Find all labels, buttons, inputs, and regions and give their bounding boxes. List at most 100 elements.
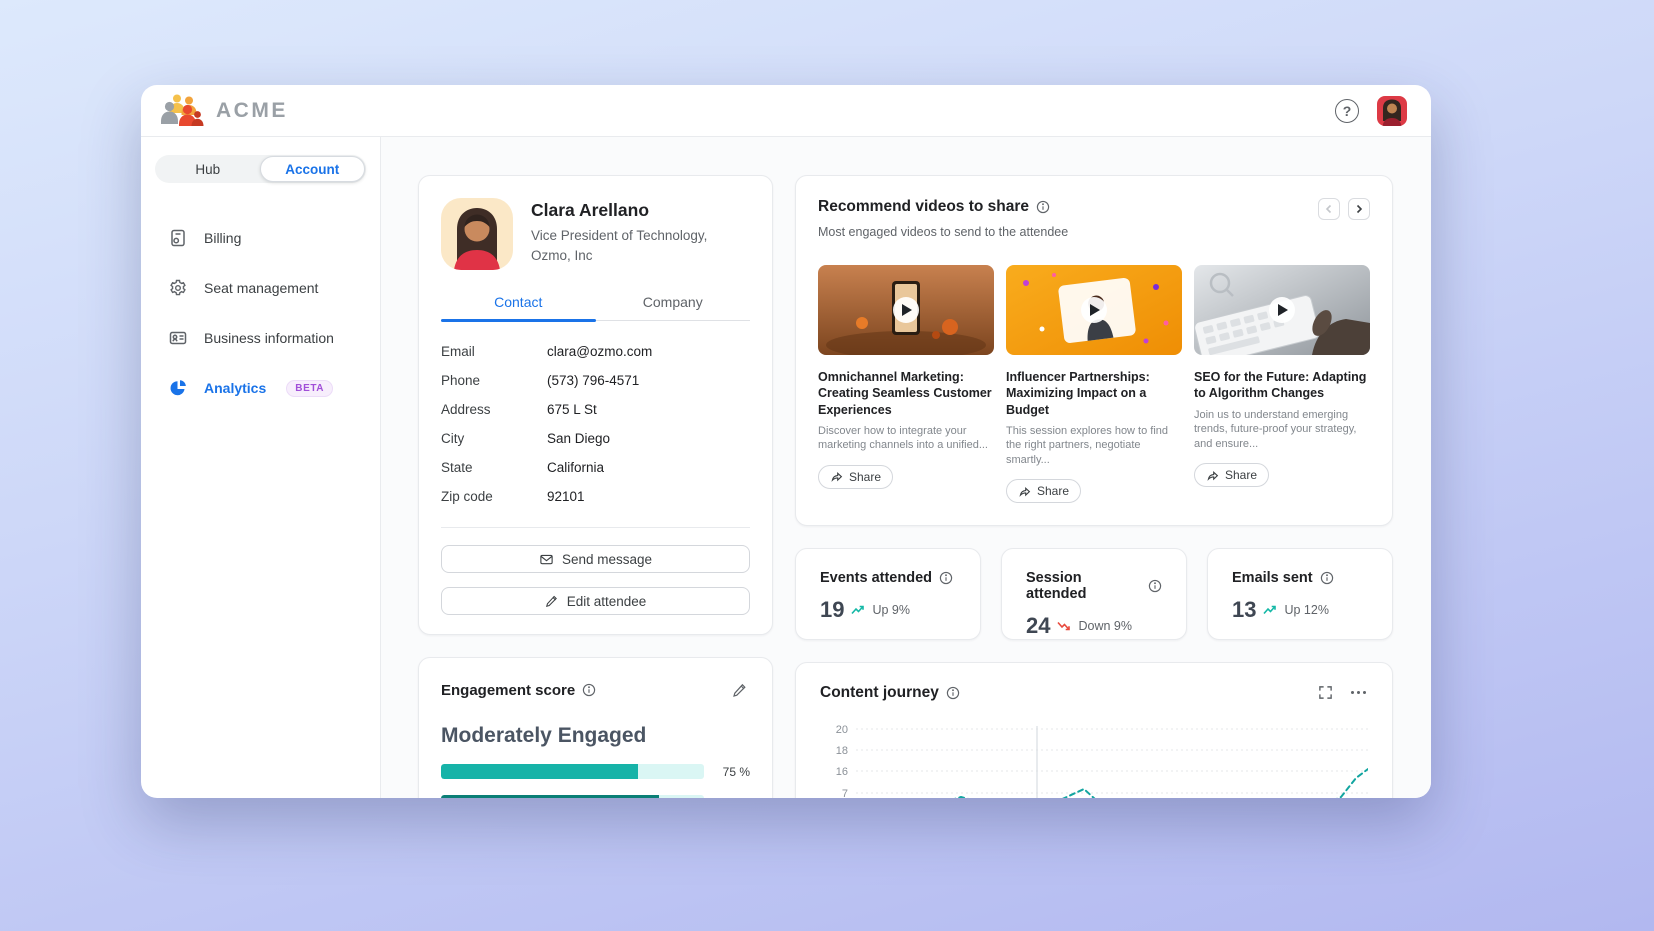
sidebar: Hub Account Billing: [141, 137, 381, 798]
info-icon[interactable]: [1320, 571, 1334, 585]
stat-value: 24: [1026, 613, 1050, 639]
sidebar-item-seat-management[interactable]: Seat management: [155, 263, 366, 313]
hub-account-switch: Hub Account: [155, 155, 366, 183]
engagement-bar-row: 83 %: [441, 795, 750, 798]
pie-chart-icon: [168, 378, 188, 398]
tab-account[interactable]: Account: [260, 156, 366, 182]
progress-fill: [441, 764, 638, 779]
progress-label: 83 %: [716, 796, 750, 799]
receipt-icon: [168, 228, 188, 248]
edit-attendee-button[interactable]: Edit attendee: [441, 587, 750, 615]
stat-card-emails-sent: Emails sent 13 Up 12%: [1207, 548, 1393, 640]
progress-track: [441, 795, 704, 798]
send-message-button[interactable]: Send message: [441, 545, 750, 573]
sidebar-item-business-information[interactable]: Business information: [155, 313, 366, 363]
field-zip: Zip code 92101: [441, 482, 750, 511]
sidebar-item-label: Billing: [204, 230, 241, 246]
video-description: Join us to understand emerging trends, f…: [1194, 408, 1370, 452]
envelope-icon: [539, 552, 554, 567]
contact-fields: Email clara@ozmo.com Phone (573) 796-457…: [441, 337, 750, 511]
trend-label: Up 12%: [1284, 603, 1328, 617]
share-button[interactable]: Share: [1006, 479, 1081, 503]
top-bar-right: ?: [1335, 96, 1407, 126]
stat-card-session-attended: Session attended 24 Down 9%: [1001, 548, 1187, 640]
attendee-card: Clara Arellano Vice President of Technol…: [418, 175, 773, 635]
content-journey-chart[interactable]: 201816765: [820, 716, 1368, 798]
video-title: SEO for the Future: Adapting to Algorith…: [1194, 369, 1370, 402]
share-icon: [1206, 469, 1219, 482]
journey-title: Content journey: [820, 684, 939, 702]
svg-text:16: 16: [836, 766, 848, 778]
share-icon: [830, 470, 843, 483]
app-window: ACME ? Hub Account: [141, 85, 1431, 798]
trend-down-icon: [1057, 620, 1071, 632]
stat-value: 13: [1232, 597, 1256, 623]
sidebar-item-billing[interactable]: Billing: [155, 213, 366, 263]
pencil-icon: [545, 594, 559, 608]
sidebar-item-label: Seat management: [204, 280, 318, 296]
sidebar-item-label: Business information: [204, 330, 334, 346]
video-title: Influencer Partnerships: Maximizing Impa…: [1006, 369, 1182, 418]
engagement-level: Moderately Engaged: [441, 724, 750, 748]
video-tile: Omnichannel Marketing: Creating Seamless…: [818, 265, 994, 503]
video-thumbnail-seo[interactable]: [1194, 265, 1370, 355]
sidebar-nav: Billing Seat management: [155, 213, 366, 413]
info-icon[interactable]: [1036, 200, 1050, 214]
share-icon: [1018, 485, 1031, 498]
video-thumbnail-omnichannel[interactable]: [818, 265, 994, 355]
user-avatar[interactable]: [1377, 96, 1407, 126]
progress-label: 75 %: [716, 765, 750, 779]
field-address: Address 675 L St: [441, 395, 750, 424]
video-title: Omnichannel Marketing: Creating Seamless…: [818, 369, 994, 418]
svg-text:18: 18: [836, 745, 848, 757]
video-thumbnail-influencer[interactable]: [1006, 265, 1182, 355]
info-icon[interactable]: [582, 683, 596, 697]
video-description: Discover how to integrate your marketing…: [818, 424, 994, 453]
trend-label: Down 9%: [1078, 619, 1132, 633]
trend-up-icon: [1263, 604, 1277, 616]
divider: [441, 527, 750, 528]
videos-subtitle: Most engaged videos to send to the atten…: [818, 225, 1068, 239]
videos-title: Recommend videos to share: [818, 198, 1029, 216]
svg-text:20: 20: [836, 724, 848, 736]
attendee-tabs: Contact Company: [441, 294, 750, 321]
help-icon[interactable]: ?: [1335, 99, 1359, 123]
carousel-next-button[interactable]: [1348, 198, 1370, 220]
fullscreen-icon[interactable]: [1316, 683, 1335, 702]
info-icon[interactable]: [939, 571, 953, 585]
field-state: State California: [441, 453, 750, 482]
carousel-prev-button[interactable]: [1318, 198, 1340, 220]
share-button[interactable]: Share: [1194, 463, 1269, 487]
main-content: Clara Arellano Vice President of Technol…: [381, 137, 1431, 798]
stat-value: 19: [820, 597, 844, 623]
brand: ACME: [160, 93, 288, 129]
progress-track: [441, 764, 704, 779]
content-journey-card: Content journey: [795, 662, 1393, 798]
sidebar-item-analytics[interactable]: Analytics BETA: [155, 363, 366, 413]
tab-company[interactable]: Company: [596, 294, 751, 320]
sidebar-item-label: Analytics: [204, 380, 266, 396]
field-email: Email clara@ozmo.com: [441, 337, 750, 366]
engagement-score-card: Engagement score: [418, 657, 773, 798]
more-options-icon[interactable]: [1349, 689, 1368, 696]
field-city: City San Diego: [441, 424, 750, 453]
video-description: This session explores how to find the ri…: [1006, 424, 1182, 468]
tab-hub[interactable]: Hub: [156, 156, 260, 182]
top-bar: ACME ?: [141, 85, 1431, 137]
attendee-avatar: [441, 198, 513, 270]
progress-fill: [441, 795, 659, 798]
beta-badge: BETA: [286, 380, 333, 397]
tab-contact[interactable]: Contact: [441, 294, 596, 320]
field-phone: Phone (573) 796-4571: [441, 366, 750, 395]
share-button[interactable]: Share: [818, 465, 893, 489]
edit-engagement-icon[interactable]: [730, 680, 750, 700]
stat-card-events-attended: Events attended 19 Up 9%: [795, 548, 981, 640]
info-icon[interactable]: [1148, 579, 1162, 593]
info-icon[interactable]: [946, 686, 960, 700]
stats-row: Events attended 19 Up 9%: [795, 548, 1393, 640]
trend-label: Up 9%: [872, 603, 910, 617]
brand-name: ACME: [216, 99, 288, 123]
acme-logo-icon: [160, 93, 206, 129]
video-tile: Influencer Partnerships: Maximizing Impa…: [1006, 265, 1182, 503]
attendee-title: Vice President of Technology, Ozmo, Inc: [531, 226, 721, 265]
